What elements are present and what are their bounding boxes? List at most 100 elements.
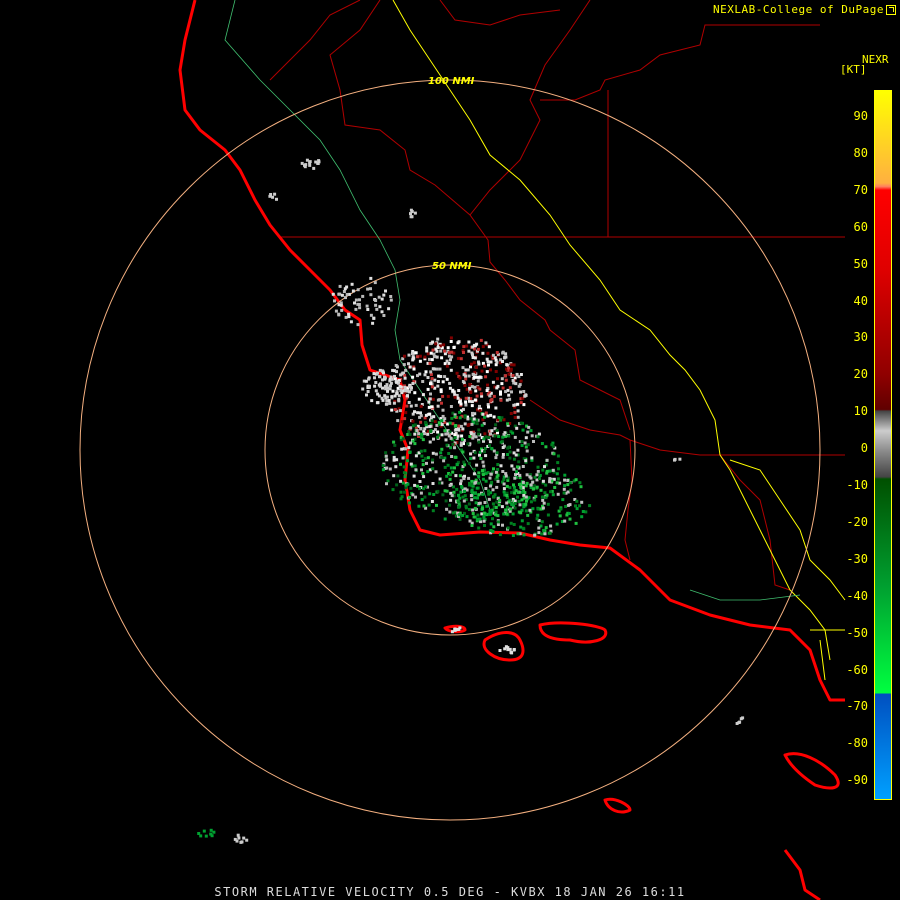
echo-pixel: [516, 409, 520, 413]
echo-pixel: [517, 510, 521, 514]
echo-pixel: [504, 508, 508, 512]
echo-pixel: [464, 400, 468, 404]
ring-label-50-nmi: 50 NMI: [432, 261, 472, 272]
echo-pixel: [450, 494, 454, 498]
echo-pixel: [566, 479, 570, 482]
river-lines: [224, 0, 801, 601]
echo-pixel: [508, 450, 512, 454]
echo-pixel: [516, 465, 519, 469]
echo-pixel: [578, 481, 582, 485]
echo-pixel: [548, 531, 552, 535]
echo-pixel: [551, 493, 555, 497]
echo-pixel: [423, 432, 427, 436]
echo-pixel: [419, 427, 423, 430]
echo-pixel: [370, 399, 374, 403]
echo-pixel: [443, 465, 447, 469]
echo-pixel: [509, 507, 513, 511]
echo-pixel: [474, 389, 478, 393]
echo-pixel: [542, 528, 546, 532]
echo-pixel: [538, 477, 541, 480]
echo-pixel: [391, 450, 395, 454]
echo-pixel: [469, 391, 473, 394]
radar-map: 100 NMI 50 NMI: [79, 0, 846, 900]
echo-pixel: [440, 356, 444, 360]
colorbar-tick-label: 40: [853, 293, 868, 308]
echo-pixel: [502, 512, 506, 516]
echo-pixel: [457, 500, 460, 504]
echo-pixel: [305, 158, 309, 162]
echo-pixel: [472, 343, 476, 347]
echo-pixel: [385, 482, 388, 486]
echo-pixel: [496, 520, 500, 524]
echo-pixel: [515, 372, 519, 376]
echo-pixel: [431, 467, 435, 471]
echo-pixel: [504, 378, 508, 382]
echo-pixel: [402, 471, 406, 475]
echo-pixel: [413, 410, 416, 414]
echo-pixel: [475, 422, 479, 426]
echo-pixel: [356, 323, 360, 327]
echo-pixel: [431, 348, 435, 352]
echo-pixel: [563, 478, 567, 482]
echo-pixel: [514, 382, 518, 386]
echo-pixel: [412, 367, 416, 371]
echo-pixel: [453, 436, 457, 440]
echo-pixel: [520, 444, 524, 447]
echo-pixel: [408, 450, 412, 454]
echo-pixel: [457, 389, 461, 392]
echo-pixel: [477, 440, 481, 444]
echo-pixel: [386, 479, 390, 483]
echo-pixel: [354, 307, 358, 311]
echo-pixel: [428, 412, 432, 416]
echo-pixel: [470, 351, 474, 355]
echo-pixel: [544, 526, 548, 530]
echo-pixel: [472, 472, 476, 476]
echo-pixel: [499, 390, 502, 394]
echo-pixel: [436, 489, 440, 493]
echo-pixel: [420, 454, 424, 458]
echo-pixel: [271, 195, 275, 199]
echo-pixel: [535, 485, 539, 489]
echo-pixel: [465, 344, 469, 348]
echo-pixel: [376, 392, 380, 396]
echo-pixel: [511, 379, 515, 382]
echo-pixel: [504, 472, 508, 476]
echo-pixel: [461, 407, 465, 411]
echo-pixel: [392, 458, 396, 462]
echo-pixel: [449, 498, 453, 502]
echo-pixel: [460, 437, 464, 441]
echo-pixel: [467, 374, 471, 378]
echo-pixel: [546, 513, 550, 517]
echo-pixel: [385, 386, 389, 390]
echo-pixel: [508, 486, 512, 490]
echo-pixel: [492, 449, 496, 453]
echo-pixel: [459, 490, 463, 494]
echo-pixel: [304, 163, 308, 167]
echo-pixel: [537, 432, 541, 436]
echo-pixel: [452, 485, 455, 489]
echo-pixel: [300, 161, 304, 165]
colorbar-tick-label: -40: [846, 588, 868, 603]
echo-pixel: [469, 494, 473, 498]
echo-pixel: [508, 397, 512, 401]
echo-pixel: [477, 471, 481, 475]
echo-pixel: [481, 507, 485, 510]
echo-pixel: [526, 513, 530, 517]
echo-pixel: [462, 477, 466, 481]
echo-pixel: [425, 349, 429, 353]
echo-pixel: [467, 349, 471, 353]
echo-pixel: [394, 364, 398, 367]
credit-link[interactable]: NEXLAB-College of DuPage: [713, 3, 896, 16]
echo-pixel: [536, 470, 540, 473]
echo-pixel: [561, 498, 565, 502]
echo-pixel: [446, 346, 450, 350]
echo-pixel: [447, 452, 451, 455]
echo-pixel: [569, 488, 573, 492]
echo-pixel: [517, 499, 521, 503]
echo-pixel: [449, 405, 453, 408]
echo-pixel: [338, 284, 342, 288]
echo-pixel: [494, 506, 498, 509]
echo-pixel: [467, 502, 471, 506]
echo-pixel: [485, 370, 489, 374]
echo-pixel: [369, 276, 373, 280]
